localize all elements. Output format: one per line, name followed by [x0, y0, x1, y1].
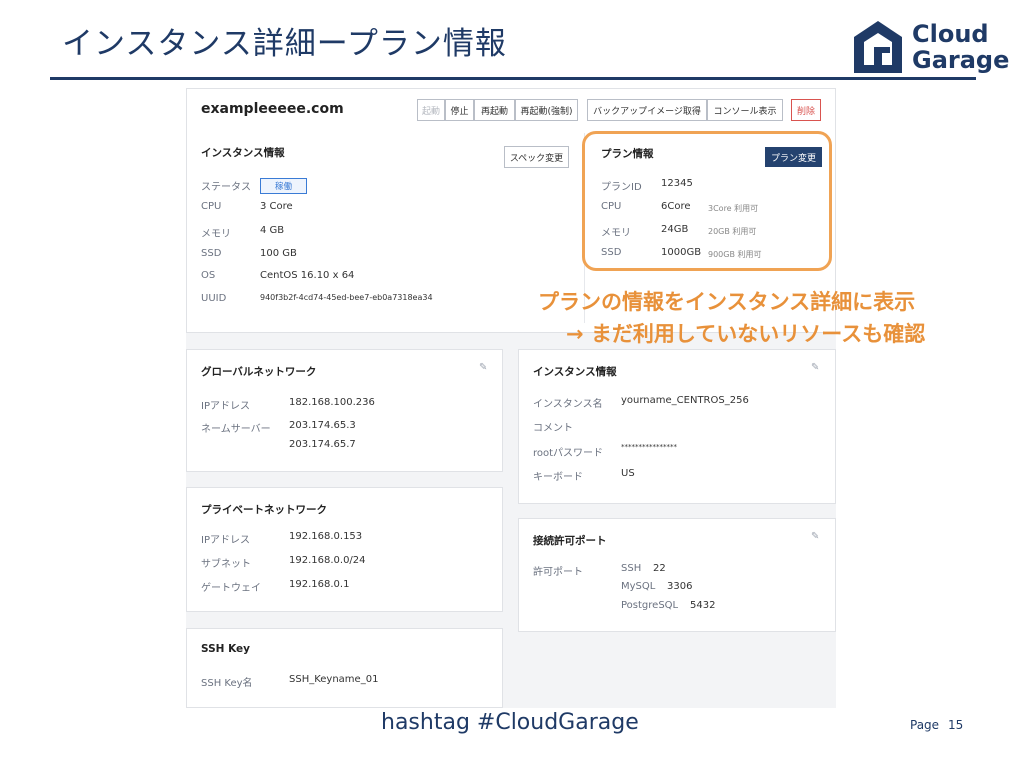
global-network-card: グローバルネットワーク ✎ IPアドレス 182.168.100.236 ネーム…	[186, 349, 503, 472]
cpu-value: 3 Core	[260, 201, 293, 212]
mysql-port-name: MySQL	[621, 581, 656, 592]
nameserver-label: ネームサーバー	[201, 424, 271, 435]
plan-info-highlight	[582, 131, 832, 271]
private-ip-label: IPアドレス	[201, 535, 250, 546]
ssh-key-name-value: SSH_Keyname_01	[289, 674, 379, 685]
private-network-card: プライベートネットワーク IPアドレス 192.168.0.153 サブネット …	[186, 487, 503, 612]
page-number: 15	[948, 718, 964, 732]
status-badge: 稼働	[260, 178, 308, 194]
uuid-value: 940f3b2f-4cd74-45ed-bee7-eb0a7318ea34	[260, 293, 433, 302]
restart-button[interactable]: 再起動	[474, 99, 515, 121]
title-divider	[50, 77, 976, 80]
annotation-line-2: → まだ利用していないリソースも確認	[566, 322, 926, 346]
spec-change-button[interactable]: スペック変更	[504, 146, 569, 168]
ssh-key-title: SSH Key	[201, 643, 251, 655]
ssh-key-card: SSH Key SSH Key名 SSH_Keyname_01	[186, 628, 503, 708]
mysql-port-number: 3306	[667, 581, 693, 592]
instance-info-title: インスタンス情報	[201, 147, 285, 159]
gateway-label: ゲートウェイ	[201, 583, 261, 594]
root-password-value: ****************	[621, 443, 677, 451]
instance-name-value: yourname_CENTROS_256	[621, 395, 749, 406]
allowed-ports-title: 接続許可ポート	[533, 535, 607, 547]
footer-hashtag: hashtag #CloudGarage	[381, 710, 639, 735]
postgresql-port-name: PostgreSQL	[621, 600, 679, 611]
comment-label: コメント	[533, 423, 573, 434]
uuid-label: UUID	[201, 293, 227, 304]
nameserver-value-2: 203.174.65.7	[289, 439, 356, 450]
cpu-label: CPU	[201, 201, 222, 212]
ssh-key-name-label: SSH Key名	[201, 678, 253, 689]
global-ip-label: IPアドレス	[201, 401, 250, 412]
keyboard-value: US	[621, 468, 635, 479]
subnet-value: 192.168.0.0/24	[289, 555, 366, 566]
ssd-value: 100 GB	[260, 248, 297, 259]
hostname: exampleeeee.com	[201, 101, 344, 117]
private-network-title: プライベートネットワーク	[201, 504, 327, 516]
console-button[interactable]: コンソール表示	[707, 99, 783, 121]
memory-label: メモリ	[201, 229, 231, 240]
os-value: CentOS 16.10 x 64	[260, 270, 355, 281]
page-label: Page	[910, 718, 940, 732]
edit-pencil-icon[interactable]: ✎	[811, 531, 819, 542]
slide-title: インスタンス詳細ープラン情報	[62, 26, 507, 62]
edit-pencil-icon[interactable]: ✎	[479, 362, 487, 373]
postgresql-port-number: 5432	[690, 600, 716, 611]
nameserver-value-1: 203.174.65.3	[289, 420, 356, 431]
memory-value: 4 GB	[260, 225, 285, 236]
keyboard-label: キーボード	[533, 472, 583, 483]
private-ip-value: 192.168.0.153	[289, 531, 363, 542]
gateway-value: 192.168.0.1	[289, 579, 350, 590]
status-label: ステータス	[201, 182, 251, 193]
ssh-port-number: 22	[653, 563, 666, 574]
cloudgarage-logo: Cloud Garage	[852, 17, 1012, 77]
force-restart-button[interactable]: 再起動(強制)	[515, 99, 578, 121]
house-logo-icon	[854, 21, 902, 73]
stop-button[interactable]: 停止	[445, 99, 474, 121]
instance-settings-card: インスタンス情報 ✎ インスタンス名 yourname_CENTROS_256 …	[518, 349, 836, 504]
allowed-ports-label: 許可ポート	[533, 567, 583, 578]
instance-settings-title: インスタンス情報	[533, 366, 617, 378]
root-password-label: rootパスワード	[533, 448, 604, 459]
instance-name-label: インスタンス名	[533, 399, 603, 410]
logo-line-garage: Garage	[912, 46, 1010, 74]
allowed-ports-card: 接続許可ポート ✎ 許可ポート SSH 22 MySQL 3306 Postgr…	[518, 518, 836, 632]
delete-button[interactable]: 削除	[791, 99, 821, 121]
subnet-label: サブネット	[201, 559, 251, 570]
edit-pencil-icon[interactable]: ✎	[811, 362, 819, 373]
ssh-port-name: SSH	[621, 563, 642, 574]
os-label: OS	[201, 270, 216, 281]
start-button[interactable]: 起動	[417, 99, 445, 121]
backup-image-button[interactable]: バックアップイメージ取得	[587, 99, 707, 121]
logo-line-cloud: Cloud	[912, 20, 989, 48]
annotation-line-1: プランの情報をインスタンス詳細に表示	[538, 290, 916, 314]
global-ip-value: 182.168.100.236	[289, 397, 375, 408]
logo-text: Cloud Garage	[912, 21, 1009, 73]
ssd-label: SSD	[201, 248, 222, 259]
global-network-title: グローバルネットワーク	[201, 366, 317, 378]
